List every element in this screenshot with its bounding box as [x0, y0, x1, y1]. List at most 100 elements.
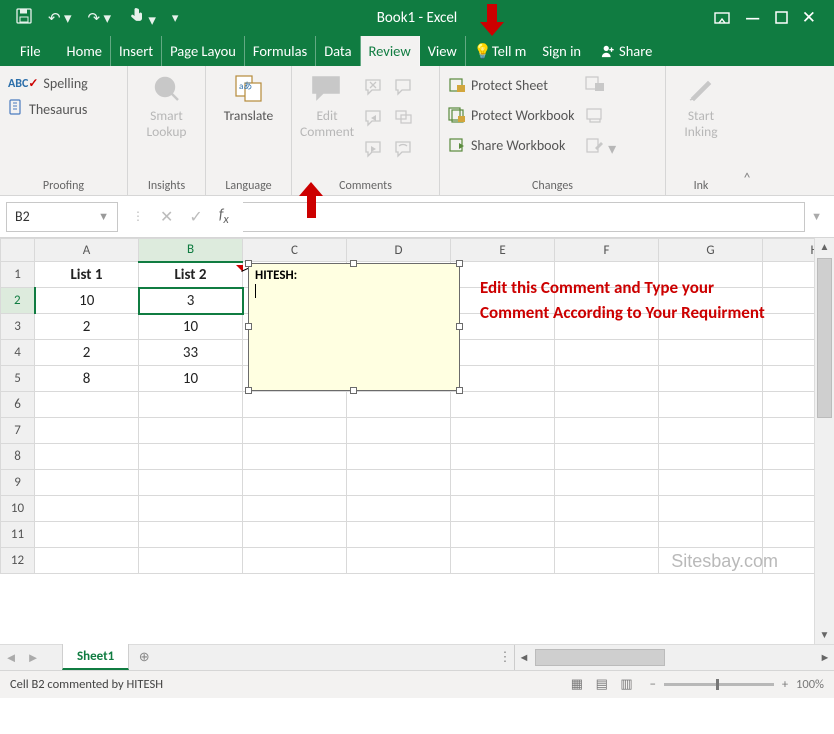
quickaccess-more-icon[interactable]: ▾ [172, 11, 179, 26]
cell[interactable] [451, 548, 555, 574]
tab-view[interactable]: View [420, 36, 466, 66]
next-comment-icon[interactable] [364, 140, 384, 163]
share-workbook-button[interactable]: Share Workbook [448, 134, 575, 156]
tab-data[interactable]: Data [316, 36, 360, 66]
row-header[interactable]: 4 [1, 340, 35, 366]
formula-split-icon[interactable]: ⋮ [132, 209, 144, 224]
row-header[interactable]: 6 [1, 392, 35, 418]
cell[interactable] [347, 418, 451, 444]
tab-pagelayout[interactable]: Page Layou [162, 36, 245, 66]
row-header[interactable]: 8 [1, 444, 35, 470]
grid[interactable]: A B C D E F G H 1 List 1 List 2 2 10 3 [0, 238, 814, 644]
cell[interactable]: List 1 [35, 262, 139, 288]
view-pagelayout-icon[interactable]: ▤ [591, 677, 613, 692]
protect-share-icon[interactable] [585, 76, 617, 97]
cell[interactable]: 2 [35, 314, 139, 340]
resize-handle[interactable] [245, 260, 252, 267]
scroll-thumb[interactable] [535, 649, 665, 666]
zoom-in-icon[interactable]: + [782, 677, 788, 692]
cell[interactable] [451, 392, 555, 418]
cell[interactable] [763, 392, 815, 418]
cell[interactable] [555, 366, 659, 392]
row-header[interactable]: 2 [1, 288, 35, 314]
touch-mode-icon[interactable]: ▾ [127, 7, 156, 30]
cell[interactable] [35, 522, 139, 548]
col-header[interactable]: C [243, 239, 347, 262]
cell[interactable] [243, 522, 347, 548]
scroll-right-icon[interactable]: ► [816, 645, 834, 670]
protect-workbook-button[interactable]: Protect Workbook [448, 104, 575, 126]
cell[interactable] [347, 548, 451, 574]
cell[interactable]: 2 [35, 340, 139, 366]
view-pagebreak-icon[interactable]: ▥ [616, 677, 638, 692]
cell[interactable] [763, 496, 815, 522]
cell[interactable] [139, 470, 243, 496]
allow-ranges-icon[interactable] [585, 107, 617, 128]
tab-split-handle[interactable]: ⋮ [496, 645, 514, 670]
tab-tellme[interactable]: 💡 Tell m [466, 36, 535, 66]
start-inking-button[interactable]: StartInking [674, 72, 728, 139]
cell[interactable] [139, 522, 243, 548]
zoom-level[interactable]: 100% [796, 677, 824, 692]
tab-review[interactable]: Review [361, 36, 420, 66]
cell[interactable] [763, 522, 815, 548]
cell[interactable] [243, 392, 347, 418]
cell[interactable] [35, 470, 139, 496]
horizontal-scrollbar[interactable]: ◄ ► [514, 645, 834, 670]
chevron-down-icon[interactable]: ▼ [98, 210, 109, 223]
share-button[interactable]: Share [589, 42, 664, 60]
cell[interactable] [347, 496, 451, 522]
col-header[interactable]: A [35, 239, 139, 262]
cell[interactable] [555, 496, 659, 522]
cell[interactable] [555, 444, 659, 470]
cell[interactable] [659, 496, 763, 522]
cell[interactable] [139, 444, 243, 470]
tab-home[interactable]: Home [59, 36, 111, 66]
formula-input[interactable] [243, 202, 805, 232]
thesaurus-button[interactable]: Thesaurus [8, 98, 87, 120]
cell[interactable] [659, 340, 763, 366]
row-header[interactable]: 7 [1, 418, 35, 444]
cell[interactable] [347, 392, 451, 418]
cell[interactable] [659, 366, 763, 392]
cancel-formula-icon[interactable]: ✕ [160, 207, 173, 227]
view-normal-icon[interactable]: ▦ [566, 677, 588, 692]
scroll-thumb[interactable] [817, 258, 832, 418]
cell[interactable] [451, 366, 555, 392]
cell[interactable] [243, 470, 347, 496]
cell[interactable]: 8 [35, 366, 139, 392]
collapse-ribbon-icon[interactable]: ˄ [736, 66, 758, 195]
cell-active[interactable]: 3 [139, 288, 243, 314]
resize-handle[interactable] [456, 323, 463, 330]
cell[interactable] [555, 340, 659, 366]
previous-comment-icon[interactable] [364, 109, 384, 132]
zoom-control[interactable]: − + 100% [650, 677, 824, 692]
cell[interactable] [451, 496, 555, 522]
spelling-button[interactable]: ABC✓ Spelling [8, 72, 88, 94]
cell[interactable] [555, 548, 659, 574]
scroll-up-icon[interactable]: ▲ [815, 238, 834, 256]
col-header[interactable]: E [451, 239, 555, 262]
sheet-nav-next-icon[interactable]: ► [22, 645, 44, 670]
cell[interactable]: 33 [139, 340, 243, 366]
cell[interactable] [555, 392, 659, 418]
cell[interactable] [451, 418, 555, 444]
cell[interactable] [243, 418, 347, 444]
row-header[interactable]: 10 [1, 496, 35, 522]
cell[interactable] [35, 496, 139, 522]
formula-expand-icon[interactable]: ▼ [805, 210, 828, 223]
row-header[interactable]: 3 [1, 314, 35, 340]
sheet-tab-sheet1[interactable]: Sheet1 [62, 644, 129, 670]
cell[interactable] [659, 470, 763, 496]
cell[interactable] [763, 418, 815, 444]
fx-icon[interactable]: fx [219, 206, 229, 227]
close-icon[interactable]: ✕ [802, 7, 816, 29]
cell[interactable] [763, 470, 815, 496]
protect-sheet-button[interactable]: Protect Sheet [448, 74, 575, 96]
save-icon[interactable] [16, 8, 32, 29]
cell[interactable] [451, 470, 555, 496]
select-all-corner[interactable] [1, 239, 35, 262]
smart-lookup-button[interactable]: SmartLookup [140, 72, 194, 139]
cell[interactable] [35, 418, 139, 444]
show-comment-icon[interactable] [394, 78, 414, 101]
